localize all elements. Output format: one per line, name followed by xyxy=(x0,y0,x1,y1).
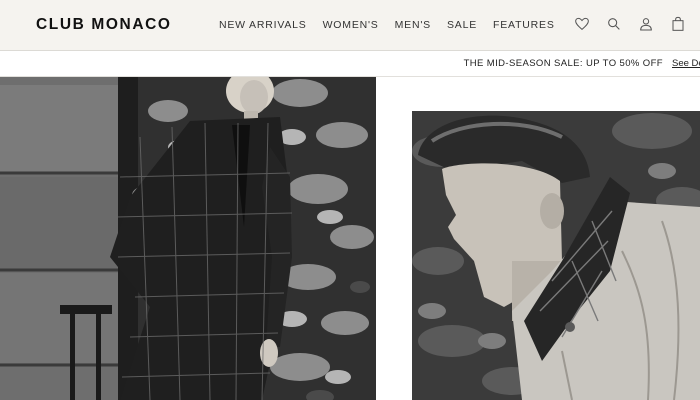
nav-features[interactable]: FEATURES xyxy=(493,18,555,32)
hero-image-womens-graphic xyxy=(0,77,376,400)
brand-logo[interactable]: CLUB MONACO xyxy=(36,14,172,36)
nav-womens[interactable]: WOMEN'S xyxy=(323,18,379,32)
header-actions xyxy=(558,15,686,33)
promo-see-details-link[interactable]: See De xyxy=(672,58,700,70)
nav-mens[interactable]: MEN'S xyxy=(395,18,431,32)
account-icon[interactable] xyxy=(638,15,654,33)
promo-banner: THE MID-SEASON SALE: UP TO 50% OFF See D… xyxy=(0,51,700,77)
hero-image-womens[interactable] xyxy=(0,77,376,400)
shopping-bag-icon[interactable] xyxy=(670,15,686,33)
site-header: CLUB MONACO NEW ARRIVALS WOMEN'S MEN'S S… xyxy=(0,0,700,51)
main-nav: NEW ARRIVALS WOMEN'S MEN'S SALE FEATURES xyxy=(219,18,555,32)
hero-image-mens[interactable] xyxy=(412,111,700,400)
heart-icon[interactable] xyxy=(574,15,590,33)
hero-image-mens-graphic xyxy=(412,111,700,400)
nav-sale[interactable]: SALE xyxy=(447,18,477,32)
promo-text: THE MID-SEASON SALE: UP TO 50% OFF xyxy=(463,58,663,69)
search-icon[interactable] xyxy=(606,15,622,33)
nav-new-arrivals[interactable]: NEW ARRIVALS xyxy=(219,18,307,32)
